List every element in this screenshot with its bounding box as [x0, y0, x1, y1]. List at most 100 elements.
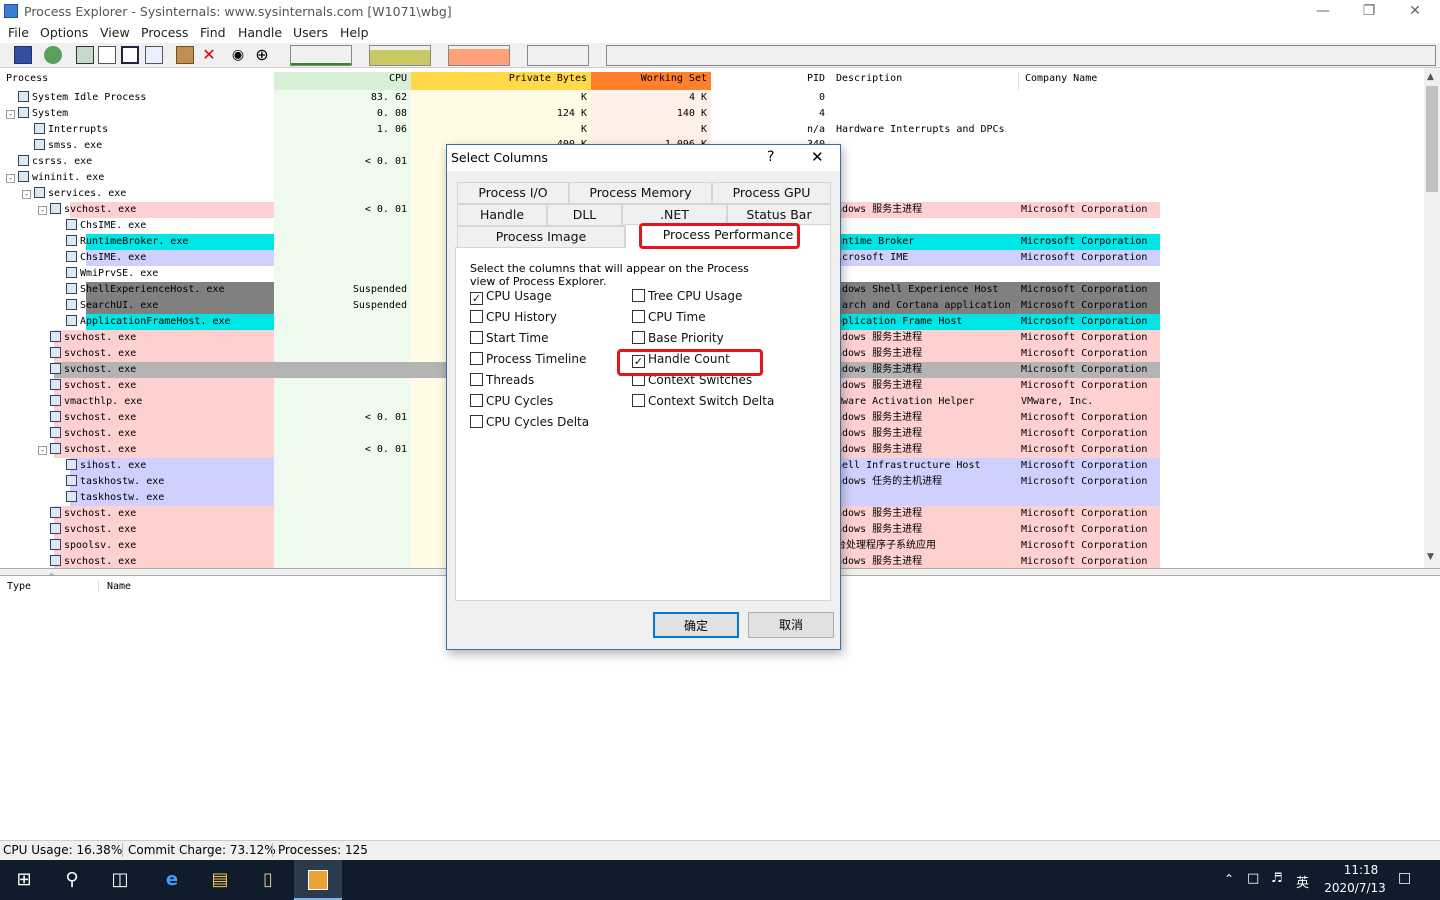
show-hidden-icons-icon[interactable]: ⌃	[1224, 872, 1234, 886]
tree-collapse-icon[interactable]: -	[22, 190, 31, 199]
checkbox-checked-icon[interactable]: ✓	[470, 292, 483, 305]
checkbox-unchecked-icon[interactable]	[632, 394, 645, 407]
tab-handle[interactable]: Handle	[457, 204, 547, 226]
cell-co	[1021, 490, 1160, 506]
option-threads[interactable]: Threads	[470, 373, 534, 387]
minimize-button[interactable]: —	[1300, 0, 1346, 23]
notifications-icon[interactable]: □	[1398, 870, 1411, 886]
properties-icon[interactable]	[98, 46, 116, 64]
system-info-icon[interactable]	[76, 46, 94, 64]
tree-collapse-icon[interactable]: -	[38, 446, 47, 455]
option-cpu-cycles[interactable]: CPU Cycles	[470, 394, 553, 408]
option-base-priority[interactable]: Base Priority	[632, 331, 724, 345]
dll-view-icon[interactable]	[145, 46, 163, 64]
checkbox-unchecked-icon[interactable]	[470, 415, 483, 428]
column-header-description[interactable]: Description	[834, 72, 1016, 90]
option-label: Base Priority	[648, 331, 724, 345]
cell-desc	[836, 106, 1016, 122]
process-scrollbar[interactable]: ▲ ▼	[1424, 68, 1440, 568]
checkbox-unchecked-icon[interactable]	[470, 373, 483, 386]
process-row[interactable]: Interrupts 1. 06 K Kn/a Hardware Interrupts …	[0, 122, 1160, 138]
clock-date[interactable]: 2020/7/13	[1318, 881, 1392, 895]
option-cpu-history[interactable]: CPU History	[470, 310, 557, 324]
clock-time[interactable]: 11:18	[1330, 863, 1392, 877]
option-start-time[interactable]: Start Time	[470, 331, 549, 345]
tab-process-io[interactable]: Process I/O	[457, 182, 569, 204]
menu-handle[interactable]: Handle	[238, 25, 282, 40]
column-header-pid[interactable]: PID	[711, 72, 829, 90]
tree-collapse-icon[interactable]: -	[38, 206, 47, 215]
cell-ws: 4 K	[688, 92, 707, 103]
checkbox-unchecked-icon[interactable]	[632, 289, 645, 302]
tree-collapse-icon[interactable]: -	[6, 174, 15, 183]
column-header-company[interactable]: Company Name	[1018, 72, 1158, 90]
cell-cpu: < 0. 01	[364, 412, 407, 423]
column-header-cpu[interactable]: CPU	[274, 72, 411, 90]
commit-graph[interactable]	[369, 45, 431, 66]
tab-process-gpu[interactable]: Process GPU	[712, 182, 831, 204]
gpu-graph[interactable]	[606, 45, 1436, 66]
start-windows-icon[interactable]: ⊞	[0, 860, 48, 900]
dialog-help-button[interactable]: ?	[767, 149, 774, 165]
io-graph[interactable]	[527, 45, 589, 66]
physical-memory-graph[interactable]	[448, 45, 510, 66]
refresh-icon[interactable]	[44, 46, 62, 64]
menu-help[interactable]: Help	[340, 25, 369, 40]
save-icon[interactable]	[14, 46, 32, 64]
tab-process-image[interactable]: Process Image	[457, 226, 625, 248]
cell-cpu	[274, 170, 411, 186]
option-context-switch-delta[interactable]: Context Switch Delta	[632, 394, 774, 408]
option-tree-cpu-usage[interactable]: Tree CPU Usage	[632, 289, 742, 303]
menu-file[interactable]: File	[8, 25, 29, 40]
scroll-thumb[interactable]	[1426, 86, 1438, 192]
task-view-icon[interactable]: ◫	[96, 860, 144, 900]
menu-find[interactable]: Find	[200, 25, 226, 40]
menu-view[interactable]: View	[100, 25, 130, 40]
checkbox-unchecked-icon[interactable]	[470, 331, 483, 344]
process-row[interactable]: System Idle Process 83. 62 K 4 K 0	[0, 90, 1160, 106]
option-process-timeline[interactable]: Process Timeline	[470, 352, 586, 366]
option-cpu-usage[interactable]: ✓ CPU Usage	[470, 289, 552, 305]
tab-process-memory[interactable]: Process Memory	[569, 182, 712, 204]
close-button[interactable]: ✕	[1392, 0, 1438, 23]
kill-tree-icon[interactable]	[176, 46, 194, 64]
process-row[interactable]: - System 0. 08 124 K 140 K 4	[0, 106, 1160, 122]
file-explorer-icon[interactable]: ▤	[196, 860, 244, 900]
ok-button[interactable]: 确定	[653, 612, 739, 638]
option-label: Start Time	[486, 331, 549, 345]
checkbox-unchecked-icon[interactable]	[470, 352, 483, 365]
tab-dll[interactable]: DLL	[547, 204, 622, 226]
window-icon[interactable]	[121, 46, 139, 64]
internet-explorer-icon[interactable]: e	[148, 860, 196, 900]
checkbox-unchecked-icon[interactable]	[632, 331, 645, 344]
process-explorer-taskbar-icon[interactable]	[294, 860, 342, 900]
lower-header-type[interactable]: Type	[7, 581, 99, 592]
volume-muted-icon[interactable]: ♬	[1271, 871, 1283, 886]
option-cpu-cycles-delta[interactable]: CPU Cycles Delta	[470, 415, 589, 429]
column-header-process[interactable]: Process	[0, 72, 274, 90]
column-header-private-bytes[interactable]: Private Bytes	[411, 72, 591, 90]
lower-header-name[interactable]: Name	[107, 581, 131, 592]
dialog-close-button[interactable]: ✕	[811, 148, 824, 166]
search-icon[interactable]: ⚲	[48, 860, 96, 900]
column-header-working-set[interactable]: Working Set	[591, 72, 711, 90]
menu-options[interactable]: Options	[40, 25, 88, 40]
app-icon[interactable]: ▯	[244, 860, 292, 900]
checkbox-unchecked-icon[interactable]	[470, 394, 483, 407]
menu-process[interactable]: Process	[141, 25, 188, 40]
restore-button[interactable]: ❐	[1346, 0, 1392, 23]
tree-collapse-icon[interactable]: -	[6, 110, 15, 119]
cpu-graph[interactable]	[290, 45, 352, 66]
checkbox-unchecked-icon[interactable]	[632, 310, 645, 323]
ime-indicator[interactable]: 英	[1296, 872, 1309, 891]
find-binoculars-icon[interactable]: ◉	[229, 46, 247, 64]
kill-process-icon[interactable]: ✕	[200, 46, 218, 64]
cancel-button[interactable]: 取消	[748, 612, 834, 638]
network-icon[interactable]: □	[1247, 871, 1259, 886]
cell-co: Microsoft Corporation	[1021, 204, 1148, 215]
menu-users[interactable]: Users	[293, 25, 328, 40]
option-cpu-time[interactable]: CPU Time	[632, 310, 706, 324]
checkbox-unchecked-icon[interactable]	[470, 310, 483, 323]
option-label: CPU Cycles Delta	[486, 415, 590, 429]
target-crosshair-icon[interactable]: ⊕	[253, 46, 271, 64]
